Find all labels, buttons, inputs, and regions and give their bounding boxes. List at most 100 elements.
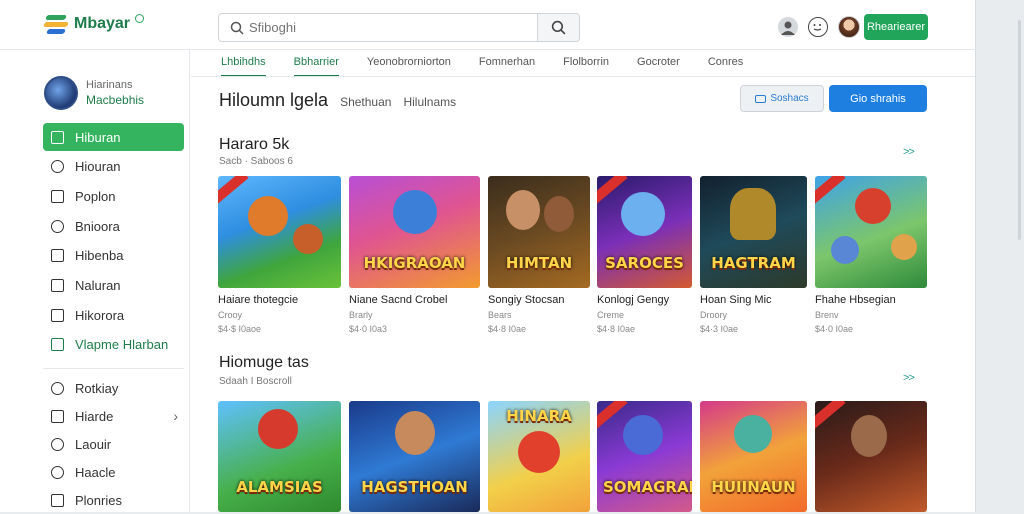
tab-underline (191, 76, 975, 77)
sidebar-item-2-0[interactable]: Rotkiay (43, 374, 184, 402)
search-button[interactable] (537, 14, 579, 41)
sidebar-item-label: Haacle (75, 464, 116, 480)
game-card[interactable]: HUIINAUN (700, 401, 807, 512)
sidebar-divider (43, 368, 184, 369)
sidebar-item-label: Hibenba (75, 248, 124, 264)
registered-icon (135, 13, 145, 23)
sidebar-item-1[interactable]: Hiouran (43, 153, 184, 181)
sidebar-item-0[interactable]: Hiburan (43, 123, 184, 151)
compass-icon (51, 160, 64, 174)
tab-5[interactable]: Gocroter (637, 56, 680, 77)
search-icon (225, 14, 249, 41)
section-subtitle-2: Sdaah I Boscroll (219, 376, 292, 387)
primary-button[interactable]: Gio shrahis (829, 85, 927, 112)
sidebar-item-2-1[interactable]: Hiarde › (43, 402, 184, 430)
account-icon[interactable] (778, 17, 798, 37)
card-price: $4·$ I0aoe (218, 324, 262, 334)
sidebar: Hiarinans Macbebhis Hiburan Hiouran Popl… (0, 50, 190, 512)
section-title-2: Hiomuge tas (219, 354, 309, 371)
tab-bar: Lhbihdhs Bbharrier Yeonobrorniorton Fomn… (221, 56, 771, 77)
secondary-button[interactable]: Soshacs (740, 85, 824, 112)
card-meta: Creme (597, 310, 625, 320)
game-thumbnail: SAROCES (597, 176, 692, 288)
page-link-2[interactable]: Hilulnams (403, 95, 456, 109)
tab-3[interactable]: Fomnerhan (479, 56, 535, 77)
emoji-icon[interactable] (808, 17, 828, 37)
card-icon (755, 94, 767, 103)
sidebar-item-3[interactable]: Bnioora (43, 212, 184, 240)
sidebar-item-7[interactable]: Vlapme Hlarban (43, 331, 184, 359)
search-input[interactable] (249, 14, 537, 41)
grid-icon (51, 278, 64, 292)
sidebar-item-5[interactable]: Naluran (43, 271, 184, 299)
tab-4[interactable]: Flolborrin (563, 56, 609, 77)
flag-icon (51, 493, 64, 507)
search-bar (218, 13, 580, 42)
game-thumbnail: ALAMSIAS (218, 401, 341, 512)
game-thumbnail (815, 176, 927, 288)
game-card[interactable]: HKIGRAOAN Niane Sacnd Crobel Brarly $4·0… (349, 176, 480, 334)
page-link-1[interactable]: Shethuan (340, 95, 391, 109)
tab-0[interactable]: Lhbihdhs (221, 56, 266, 77)
profile[interactable]: Hiarinans Macbebhis (44, 76, 144, 110)
card-title: Fhahe Hbsegian (815, 294, 896, 306)
tab-1[interactable]: Bbharrier (293, 56, 339, 77)
card-price: $4·3 I0ae (700, 324, 739, 334)
game-banner: SOMAGRAM (603, 478, 692, 496)
game-card[interactable] (815, 401, 927, 512)
game-card[interactable]: HINARA (488, 401, 590, 512)
list-icon (51, 308, 64, 322)
ribbon (218, 176, 249, 204)
section-more-1[interactable]: >> (903, 146, 915, 158)
gamepad-icon (51, 338, 64, 352)
sidebar-item-2-3[interactable]: Haacle (43, 458, 184, 486)
sidebar-item-6[interactable]: Hikorora (43, 301, 184, 329)
logo[interactable]: Mbayar (43, 13, 145, 35)
game-card[interactable]: Fhahe Hbsegian Brenv $4·0 I0ae (815, 176, 927, 334)
game-banner: HKIGRAOAN (363, 254, 466, 272)
sidebar-item-label: Hiouran (75, 159, 121, 175)
chevron-right-icon: › (173, 408, 178, 424)
section-more-2[interactable]: >> (903, 372, 915, 384)
sidebar-item-label: Hiarde (75, 408, 114, 424)
card-meta: Droory (700, 310, 728, 320)
game-thumbnail: SOMAGRAM (597, 401, 692, 512)
game-card[interactable]: SOMAGRAM (597, 401, 692, 512)
game-thumbnail: HKIGRAOAN (349, 176, 480, 288)
game-card[interactable]: ALAMSIAS (218, 401, 341, 512)
home-icon (51, 130, 64, 144)
game-banner: HAGTRAM (711, 254, 796, 272)
game-card[interactable]: Haiare thotegcie Crooy $4·$ I0aoe (218, 176, 341, 334)
profile-name: Hiarinans (86, 79, 133, 91)
section-subtitle-1: Sacb · Saboos 6 (219, 156, 293, 167)
game-thumbnail: HIMTAN (488, 176, 590, 288)
game-card[interactable]: HAGTRAM Hoan Sing Mic Droory $4·3 I0ae (700, 176, 807, 334)
brand-name: Mbayar (74, 15, 131, 32)
avatar[interactable] (838, 16, 860, 38)
tab-2[interactable]: Yeonobrorniorton (367, 56, 451, 77)
secondary-button-label: Soshacs (770, 93, 809, 104)
folder-icon (51, 409, 64, 423)
sidebar-item-label: Hiburan (75, 129, 121, 145)
clock-icon (51, 437, 64, 451)
tab-6[interactable]: Conres (708, 56, 743, 77)
header-action-button[interactable]: Rheariearer (864, 14, 928, 40)
logo-icon (43, 13, 70, 35)
game-thumbnail: HINARA (488, 401, 590, 512)
game-banner: SAROCES (605, 254, 684, 272)
ribbon (815, 401, 846, 429)
game-card[interactable]: HAGSTHOAN (349, 401, 480, 512)
sidebar-nav: Hiburan Hiouran Poplon Bnioora Hibenba N… (43, 123, 184, 361)
help-icon (51, 465, 64, 479)
card-meta: Crooy (218, 310, 243, 320)
game-card[interactable]: SAROCES Konlogj Gengy Creme $4·8 I0ae (597, 176, 692, 334)
sidebar-item-4[interactable]: Hibenba (43, 242, 184, 270)
sidebar-item-2-4[interactable]: Plonries (43, 486, 184, 514)
sidebar-item-label: Naluran (75, 277, 121, 293)
sidebar-item-2[interactable]: Poplon (43, 182, 184, 210)
scrollbar[interactable] (1018, 20, 1021, 240)
sidebar-item-2-2[interactable]: Laouir (43, 430, 184, 458)
game-card[interactable]: HIMTAN Songiy Stocsan Bears $4·8 I0ae (488, 176, 590, 334)
card-price: $4·8 I0ae (597, 324, 636, 334)
ribbon (597, 176, 628, 204)
